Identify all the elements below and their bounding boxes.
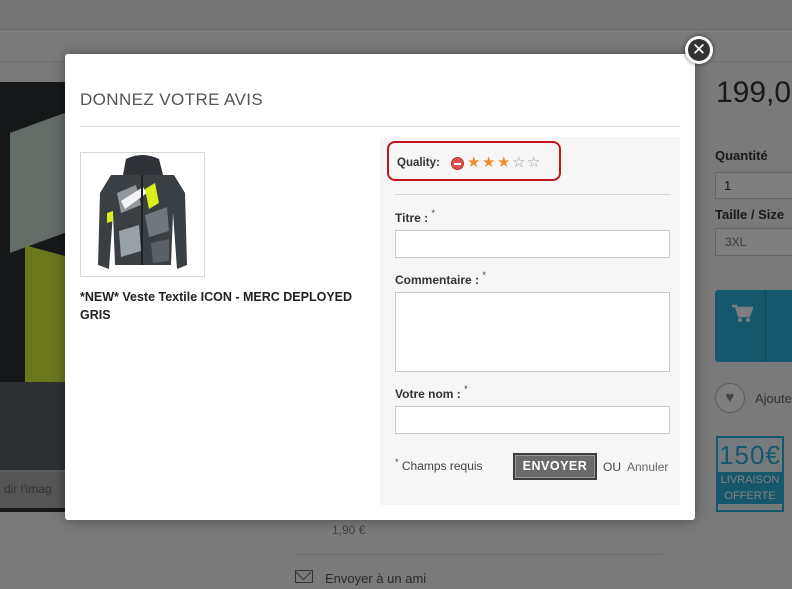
product-thumbnail <box>80 152 205 277</box>
rating-criterion: Quality: ★ ★ ★ ☆ ☆ <box>387 141 561 181</box>
title-field-label: Titre : * <box>395 208 435 225</box>
comment-textarea[interactable] <box>395 292 670 372</box>
review-modal: DONNEZ VOTRE AVIS *NEW* Veste Textile IC… <box>65 54 695 520</box>
required-fields-note: * Champs requis <box>395 457 483 473</box>
submit-review-button[interactable]: ENVOYER <box>513 453 597 480</box>
title-input[interactable] <box>395 230 670 258</box>
criterion-label: Quality: <box>397 157 440 169</box>
star-icon-4[interactable]: ☆ <box>512 153 525 171</box>
star-icon-1[interactable]: ★ <box>467 153 480 171</box>
star-icon-2[interactable]: ★ <box>482 153 495 171</box>
cancel-link[interactable]: Annuler <box>627 460 668 474</box>
rating-divider <box>395 194 670 195</box>
name-input[interactable] <box>395 406 670 434</box>
comment-field-label: Commentaire : * <box>395 270 486 287</box>
close-icon[interactable]: ✕ <box>685 36 713 64</box>
name-field-label: Votre nom : * <box>395 384 468 401</box>
or-text: OU <box>603 460 621 474</box>
review-form: Quality: ★ ★ ★ ☆ ☆ Titre : * Commentaire… <box>380 137 680 505</box>
star-icon-5[interactable]: ☆ <box>527 153 540 171</box>
cancel-rating-icon[interactable] <box>451 157 464 170</box>
product-name: *NEW* Veste Textile ICON - MERC DEPLOYED… <box>80 290 353 322</box>
star-icon-3[interactable]: ★ <box>497 153 510 171</box>
title-divider <box>80 126 680 127</box>
modal-title: DONNEZ VOTRE AVIS <box>80 90 264 109</box>
